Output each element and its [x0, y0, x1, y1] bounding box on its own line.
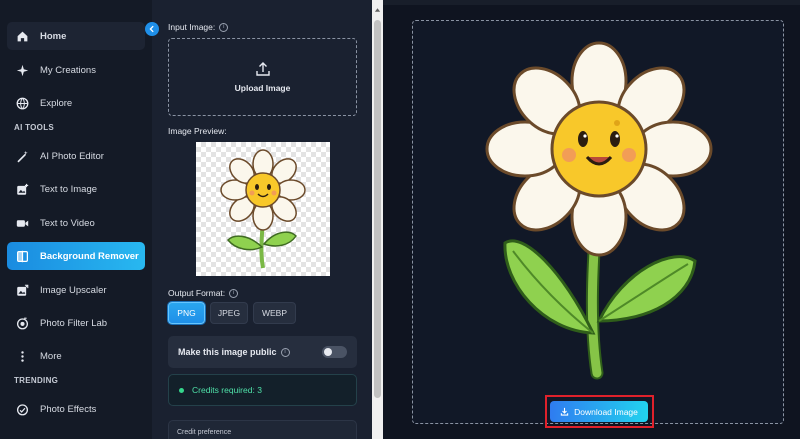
- filter-icon: [15, 316, 29, 330]
- format-png-button[interactable]: PNG: [168, 302, 205, 324]
- sidebar-item-label: Text to Image: [40, 183, 98, 195]
- info-icon[interactable]: i: [219, 22, 229, 32]
- sidebar-item-label: Background Remover: [40, 250, 139, 262]
- output-format-label-text: Output Format:: [168, 288, 226, 298]
- credits-box: Credits required: 3: [168, 374, 357, 406]
- flower-result-image: [485, 41, 713, 380]
- video-icon: [15, 216, 29, 230]
- sidebar-item-label: Photo Effects: [40, 403, 97, 415]
- sidebar-item-my-creations[interactable]: My Creations: [7, 56, 145, 84]
- format-jpeg-button[interactable]: JPEG: [210, 302, 248, 324]
- image-preview: [196, 142, 330, 276]
- output-format-label: Output Format: i: [168, 288, 239, 298]
- credits-required-text: Credits required: 3: [192, 385, 262, 395]
- input-image-label: Input Image: i: [168, 22, 229, 32]
- credit-preference-label: Credit preference: [177, 429, 232, 436]
- make-public-label: Make this image public: [178, 347, 277, 357]
- download-icon: [560, 407, 569, 416]
- top-strip: [383, 0, 800, 5]
- make-public-toggle[interactable]: [322, 346, 347, 358]
- image-preview-label-text: Image Preview:: [168, 126, 227, 136]
- sidebar-item-label: Photo Filter Lab: [40, 317, 108, 329]
- download-image-button[interactable]: Download Image: [550, 401, 648, 422]
- globe-icon: [15, 96, 29, 110]
- image-preview-label: Image Preview:: [168, 126, 227, 136]
- format-webp-button[interactable]: WEBP: [253, 302, 296, 324]
- scrollbar-thumb[interactable]: [374, 20, 381, 398]
- panel-scrollbar[interactable]: [372, 0, 383, 439]
- sidebar-item-photo-effects[interactable]: Photo Effects: [7, 395, 145, 423]
- make-public-row: Make this image public i: [168, 336, 357, 368]
- section-label-ai-tools: AI TOOLS: [14, 123, 55, 132]
- upload-icon: [255, 62, 270, 76]
- sparkle-icon: [15, 63, 29, 77]
- sidebar-item-label: Home: [40, 30, 67, 42]
- scroll-up-icon[interactable]: [374, 7, 381, 13]
- upload-dropzone[interactable]: Upload Image: [168, 38, 357, 116]
- magic-wand-icon: [15, 149, 29, 163]
- info-icon[interactable]: i: [280, 347, 290, 357]
- sidebar-item-home[interactable]: Home: [7, 22, 145, 50]
- image-plus-icon: [15, 182, 29, 196]
- sidebar-item-text-to-video[interactable]: Text to Video: [7, 209, 145, 237]
- split-image-icon: [15, 249, 29, 263]
- home-icon: [15, 29, 29, 43]
- chevron-left-icon: [149, 25, 154, 33]
- effects-icon: [15, 402, 29, 416]
- sidebar-item-label: AI Photo Editor: [40, 150, 104, 162]
- sidebar-item-explore[interactable]: Explore: [7, 89, 145, 117]
- sidebar-item-label: My Creations: [40, 64, 96, 76]
- status-dot-icon: [179, 387, 184, 393]
- collapse-sidebar-button[interactable]: [145, 22, 159, 36]
- sidebar-item-label: More: [40, 350, 62, 362]
- credit-preference-box[interactable]: Credit preference: [168, 420, 357, 439]
- sidebar-item-label: Explore: [40, 97, 73, 109]
- settings-panel: Input Image: i Upload Image Image Previe…: [152, 0, 372, 439]
- sidebar-item-more[interactable]: More: [7, 342, 145, 370]
- upscale-icon: [15, 283, 29, 297]
- sidebar-item-background-remover[interactable]: Background Remover: [7, 242, 145, 270]
- flower-preview-image: [220, 149, 306, 269]
- download-image-label: Download Image: [574, 406, 638, 417]
- more-vertical-icon: [15, 349, 29, 363]
- sidebar-item-label: Text to Video: [40, 217, 95, 229]
- sidebar-item-ai-photo-editor[interactable]: AI Photo Editor: [7, 142, 145, 170]
- sidebar-item-text-to-image[interactable]: Text to Image: [7, 175, 145, 203]
- input-image-label-text: Input Image:: [168, 22, 216, 32]
- result-canvas: [412, 20, 784, 424]
- section-label-trending: TRENDING: [14, 376, 59, 385]
- sidebar-item-image-upscaler[interactable]: Image Upscaler: [7, 276, 145, 304]
- sidebar: Home My Creations Explore AI TOOLS AI Ph…: [0, 0, 152, 439]
- sidebar-item-photo-filter-lab[interactable]: Photo Filter Lab: [7, 309, 145, 337]
- sidebar-item-label: Image Upscaler: [40, 284, 107, 296]
- upload-image-label: Upload Image: [234, 83, 291, 93]
- info-icon[interactable]: i: [229, 288, 239, 298]
